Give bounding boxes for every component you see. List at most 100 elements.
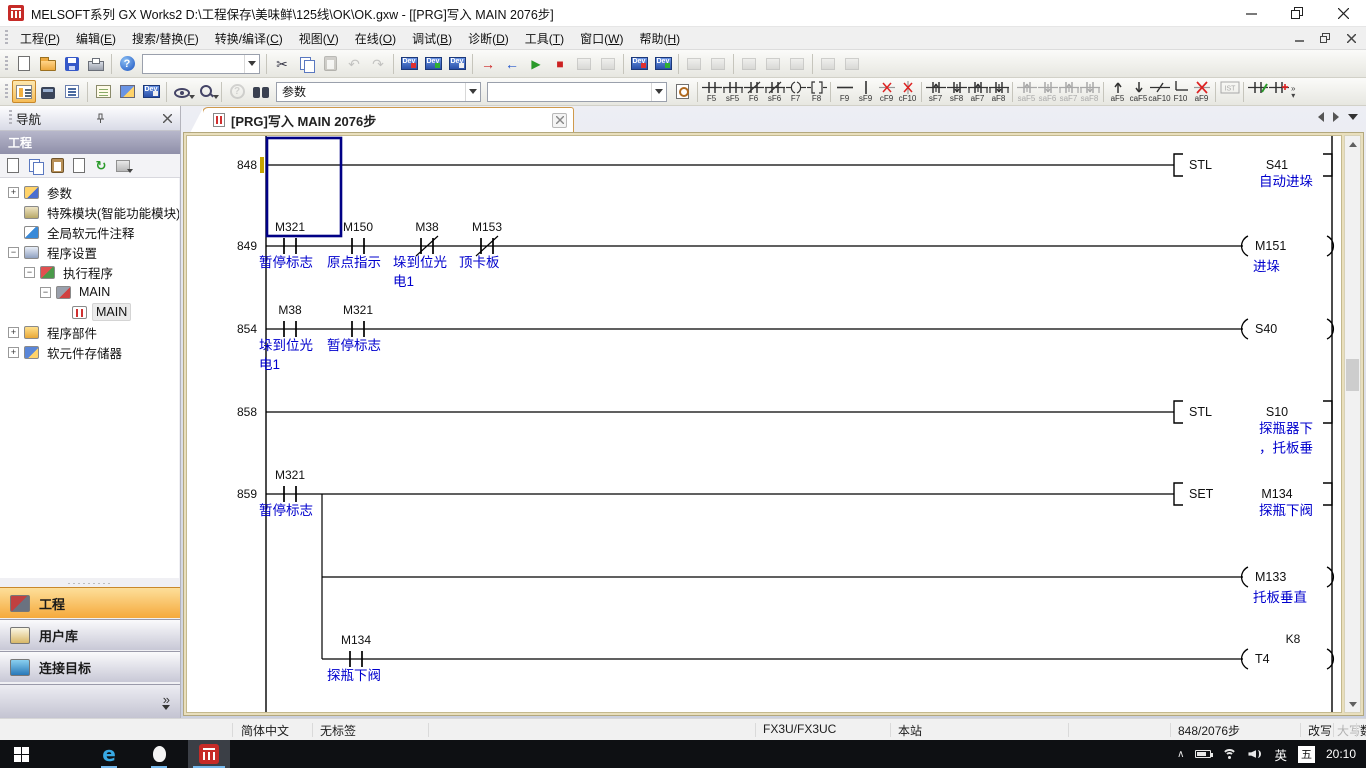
menu-item[interactable]: 窗口(W) [572, 27, 631, 50]
tree-item-全局软元件注释[interactable]: 全局软元件注释 [0, 222, 179, 242]
ladder-editor[interactable]: 848STLS41自动进垛849M321暂停标志M150原点指示M38垛到位光电… [187, 136, 1342, 713]
monitor-start-icon[interactable]: ▶ [524, 52, 548, 75]
invert-result-rising-icon[interactable]: aF5 [1107, 79, 1128, 104]
tree-item-程序部件[interactable]: +程序部件 [0, 322, 179, 342]
vertical-scrollbar[interactable] [1344, 135, 1361, 713]
rising-pulse-negation-icon[interactable]: saF5 [1016, 79, 1037, 104]
rising-pulse-negation-branch-icon[interactable]: saF7 [1058, 79, 1079, 104]
write-to-plc-icon[interactable] [397, 52, 421, 75]
cross-reference-icon[interactable] [249, 80, 273, 103]
close-button[interactable] [1320, 0, 1366, 26]
tab-close-icon[interactable] [552, 113, 567, 128]
toolbar-overflow-icon[interactable]: »▾ [1291, 85, 1295, 99]
tree-item-执行程序[interactable]: −执行程序 [0, 262, 179, 282]
ladder-rung[interactable]: M133托板垂直 [322, 567, 1333, 605]
menu-item[interactable]: 搜索/替换(F) [124, 27, 207, 50]
collapse-icon[interactable]: − [40, 287, 51, 298]
coil-icon[interactable]: F7 [785, 79, 806, 104]
new-item-icon[interactable] [3, 156, 23, 176]
tab-main-program[interactable]: [PRG]写入 MAIN 2076步 [202, 107, 574, 132]
wifi-icon[interactable] [1222, 749, 1237, 760]
find-device-icon[interactable] [194, 80, 218, 103]
ime-mode-indicator[interactable]: 五 [1298, 746, 1315, 763]
taskbar-app-icon[interactable] [138, 740, 180, 768]
line-branch-icon[interactable]: F10 [1170, 79, 1191, 104]
monitor-pause-icon[interactable] [572, 52, 596, 75]
device-comment-icon[interactable] [91, 80, 115, 103]
paste-icon[interactable] [318, 52, 342, 75]
device-test-off-icon[interactable] [761, 52, 785, 75]
delete-vertical-line-icon[interactable]: cF10 [897, 79, 918, 104]
read-from-plc-ic[interactable] [421, 52, 445, 75]
copy-item-icon[interactable] [25, 156, 45, 176]
expand-icon[interactable]: + [8, 187, 19, 198]
program-combobox[interactable] [142, 54, 260, 74]
display-content-icon[interactable] [170, 80, 194, 103]
online-program-write-icon[interactable]: → [476, 52, 500, 75]
data-combobox[interactable]: 参数 [276, 82, 481, 102]
panel-splitter[interactable]: ········· [0, 578, 180, 587]
ladder-rung[interactable]: 849M321暂停标志M150原点指示M38垛到位光电1M153顶卡板M151进… [237, 220, 1333, 289]
menu-item[interactable]: 工具(T) [517, 27, 572, 50]
falling-pulse-negation-branch-icon[interactable]: saF8 [1079, 79, 1100, 104]
property-icon[interactable] [69, 156, 89, 176]
close-panel-icon[interactable] [159, 110, 176, 126]
minimize-button[interactable] [1228, 0, 1274, 26]
delete-line-icon[interactable]: aF9 [1191, 79, 1212, 104]
help-icon[interactable]: ? [115, 52, 139, 75]
cut-icon[interactable]: ✂ [270, 52, 294, 75]
zoom-body-icon[interactable] [840, 52, 864, 75]
menu-item[interactable]: 诊断(D) [460, 27, 517, 50]
menu-item[interactable]: 工程(P) [12, 27, 68, 50]
invert-operation-icon[interactable]: caF10 [1149, 79, 1170, 104]
sort-filter-icon[interactable] [113, 156, 133, 176]
window-combobox[interactable] [487, 82, 667, 102]
taskbar-gxworks2-icon[interactable] [188, 740, 230, 768]
device-registration-monitor-icon[interactable] [651, 52, 675, 75]
tab-scroll-left-icon[interactable] [1318, 112, 1324, 122]
tab-list-icon[interactable] [1348, 114, 1358, 120]
scrollbar-thumb[interactable] [1346, 359, 1359, 391]
verify-destination-icon[interactable] [139, 80, 163, 103]
expand-icon[interactable]: + [8, 327, 19, 338]
tab-scroll-right-icon[interactable] [1333, 112, 1339, 122]
navigation-window-toggle[interactable] [12, 80, 36, 103]
closed-contact-icon[interactable]: F6 [743, 79, 764, 104]
tree-item-main[interactable]: −MAIN [0, 282, 179, 302]
tree-item-main[interactable]: MAIN [0, 302, 179, 322]
mdi-close-button[interactable] [1342, 30, 1360, 46]
collapse-icon[interactable]: − [24, 267, 35, 278]
ladder-rung[interactable]: 848STLS41自动进垛 [237, 138, 1332, 236]
print-icon[interactable] [84, 52, 108, 75]
redo-icon[interactable]: ↷ [366, 52, 390, 75]
restore-button[interactable] [1274, 0, 1320, 26]
ladder-rung[interactable]: M134探瓶下阀T4K8 [322, 632, 1333, 683]
online-program-read-icon[interactable]: ← [500, 52, 524, 75]
ladder-canvas[interactable]: 848STLS41自动进垛849M321暂停标志M150原点指示M38垛到位光电… [186, 135, 1342, 713]
invert-result-falling-icon[interactable]: caF5 [1128, 79, 1149, 104]
zoom-header-icon[interactable] [816, 52, 840, 75]
device-test-on-icon[interactable] [737, 52, 761, 75]
ladder-rung[interactable]: 854M38垛到位光电1M321暂停标志S40 [237, 303, 1333, 372]
device-list-icon[interactable] [670, 80, 694, 103]
mdi-minimize-button[interactable] [1290, 30, 1308, 46]
menu-item[interactable]: 调试(B) [404, 27, 460, 50]
pulse-test-icon[interactable] [785, 52, 809, 75]
copy-icon[interactable] [294, 52, 318, 75]
note-display-icon[interactable] [706, 52, 730, 75]
ladder-rung[interactable]: 858STLS10探瓶器下，托板垂 [237, 401, 1332, 456]
monitor-stop-icon[interactable]: ■ [548, 52, 572, 75]
rising-pulse-icon[interactable]: sF7 [925, 79, 946, 104]
volume-icon[interactable] [1248, 748, 1263, 760]
verify-with-plc-icon[interactable] [445, 52, 469, 75]
combobox-dropdown-icon[interactable] [465, 83, 480, 101]
menu-item[interactable]: 视图(V) [291, 27, 347, 50]
menu-item[interactable]: 编辑(E) [68, 27, 124, 50]
device-memory-icon[interactable] [115, 80, 139, 103]
undo-icon[interactable]: ↶ [342, 52, 366, 75]
battery-icon[interactable] [1195, 750, 1211, 758]
taskbar-edge-icon[interactable]: e [88, 740, 130, 768]
menu-item[interactable]: 帮助(H) [631, 27, 688, 50]
start-button[interactable] [0, 740, 42, 768]
inline-st-icon[interactable]: IST [1219, 79, 1240, 104]
